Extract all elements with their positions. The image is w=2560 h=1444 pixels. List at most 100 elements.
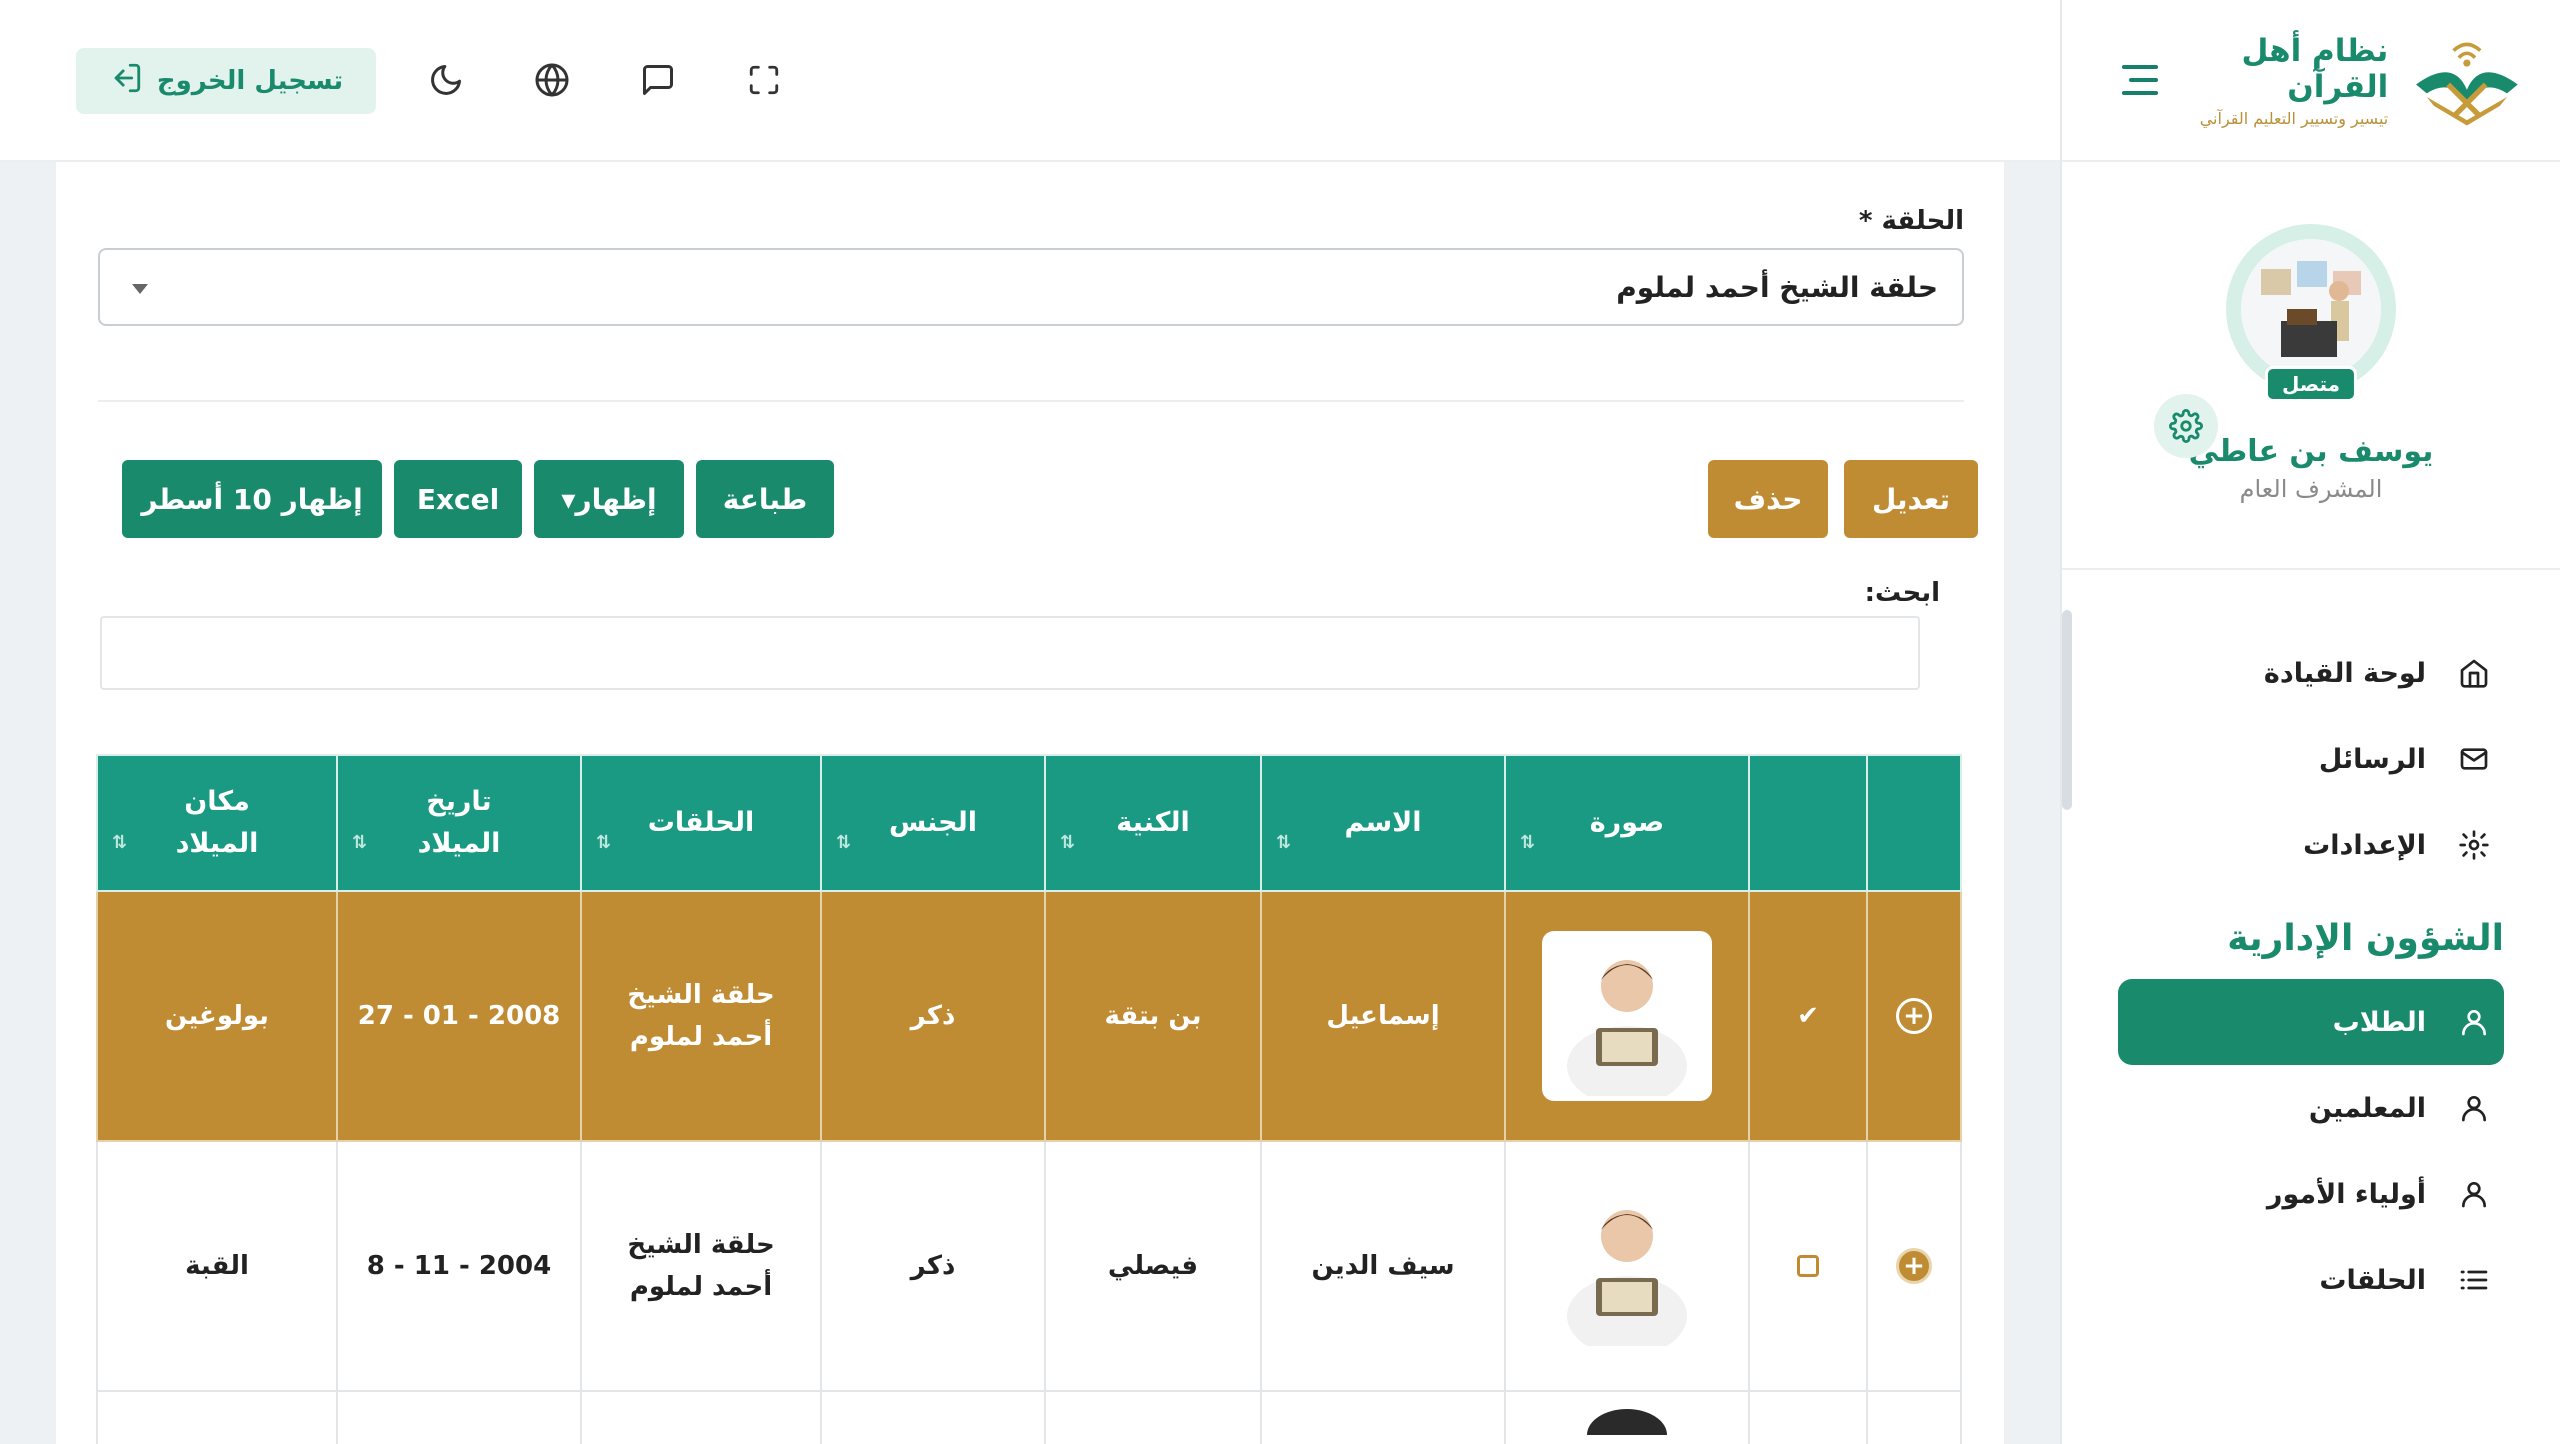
expand-plus-icon[interactable]: + — [1896, 1248, 1932, 1284]
status-badge: متصل — [2264, 366, 2358, 402]
student-photo — [1542, 1181, 1712, 1351]
home-icon — [2456, 655, 2492, 691]
profile-settings-gear-icon[interactable] — [2154, 394, 2218, 458]
row-photo-cell — [1504, 890, 1750, 1142]
sidebar-item-label: لوحة القيادة — [2263, 657, 2426, 689]
show-columns-button[interactable]: إظهار▾ — [534, 460, 684, 538]
table-row[interactable]: + ✔ إسماعيل بن بتقة ذكر حلقة الشيخ أحمد … — [96, 890, 1962, 1142]
sort-icon: ⇅ — [1520, 832, 1536, 853]
sidebar-section-title: الشؤون الإدارية — [2227, 918, 2504, 959]
row-expand-cell[interactable]: + — [1866, 890, 1962, 1142]
sort-icon: ⇅ — [1060, 832, 1076, 853]
header-expand — [1866, 754, 1962, 892]
table-header-row: صورة ⇅ الاسم ⇅ الكنية ⇅ الجنس ⇅ الحلقات ⇅ تار… — [96, 754, 1962, 892]
row-halaqa-cell: حلقة الشيخ أحمد لملوم — [580, 1140, 822, 1392]
sidebar-item-teachers[interactable]: المعلمين — [2118, 1065, 2504, 1151]
sidebar-item-label: المعلمين — [2308, 1092, 2426, 1124]
sidebar: نظام أهل القرآن تيسير وتسيير التعليم الق… — [2060, 0, 2560, 1444]
sidebar-item-label: الرسائل — [2318, 743, 2426, 775]
profile-name: يوسف بن عاطي — [2188, 434, 2434, 469]
sort-icon: ⇅ — [836, 832, 852, 853]
header-photo[interactable]: صورة ⇅ — [1504, 754, 1750, 892]
students-card: الحلقة * حلقة الشيخ أحمد لملوم تعديل حذف… — [56, 162, 2004, 1444]
profile: متصل يوسف بن عاطي المشرف العام — [2062, 162, 2560, 570]
sidebar-item-guardians[interactable]: أولياء الأمور — [2118, 1151, 2504, 1237]
row-birth-place-cell: بولوغين — [96, 890, 338, 1142]
sidebar-item-messages[interactable]: الرسائل — [2118, 716, 2504, 802]
header-birth-place[interactable]: مكان الميلاد ⇅ — [96, 754, 338, 892]
student-photo — [1542, 931, 1712, 1101]
check-icon[interactable]: ✔ — [1797, 1001, 1819, 1031]
search-label: ابحث: — [1864, 578, 1940, 608]
sidebar-item-label: الإعدادات — [2303, 829, 2426, 861]
moon-icon[interactable] — [426, 60, 466, 100]
row-gender-cell: ذكر — [820, 1140, 1046, 1392]
list-icon — [2456, 1262, 2492, 1298]
logout-button[interactable]: تسجيل الخروج — [76, 48, 376, 114]
row-gender-cell: ذكر — [820, 890, 1046, 1142]
row-birth-date-cell: 27 - 01 - 2008 — [336, 890, 582, 1142]
sidebar-item-label: أولياء الأمور — [2266, 1178, 2426, 1210]
header-birth-date[interactable]: تاريخ الميلاد ⇅ — [336, 754, 582, 892]
row-expand-cell[interactable]: + — [1866, 1140, 1962, 1392]
sort-icon: ⇅ — [112, 832, 128, 853]
header-gender[interactable]: الجنس ⇅ — [820, 754, 1046, 892]
sort-icon: ⇅ — [352, 832, 368, 853]
sidebar-item-label: الطلاب — [2332, 1006, 2426, 1038]
sidebar-scrollbar[interactable] — [2062, 610, 2072, 810]
chat-icon[interactable] — [638, 60, 678, 100]
search-input[interactable] — [100, 616, 1920, 690]
menu-toggle-icon[interactable] — [2122, 65, 2158, 95]
user-icon — [2456, 1176, 2492, 1212]
globe-icon[interactable] — [532, 60, 572, 100]
row-photo-cell — [1504, 1140, 1750, 1392]
edit-button[interactable]: تعديل — [1844, 460, 1978, 538]
brand-subtitle: تيسير وتسيير التعليم القرآني — [2199, 108, 2389, 128]
excel-button[interactable]: Excel — [394, 460, 522, 538]
delete-button[interactable]: حذف — [1708, 460, 1828, 538]
halaqa-select[interactable]: حلقة الشيخ أحمد لملوم — [98, 248, 1964, 326]
brand: نظام أهل القرآن تيسير وتسيير التعليم الق… — [2062, 0, 2560, 162]
students-table: صورة ⇅ الاسم ⇅ الكنية ⇅ الجنس ⇅ الحلقات ⇅ تار… — [96, 754, 1962, 1444]
row-birth-date-cell: 8 - 11 - 2004 — [336, 1140, 582, 1392]
chevron-down-icon — [132, 284, 148, 294]
sidebar-item-dashboard[interactable]: لوحة القيادة — [2118, 630, 2504, 716]
logout-icon — [109, 61, 143, 102]
sidebar-nav: لوحة القيادة الرسائل الإعدادات الشؤون ال… — [2062, 570, 2560, 1323]
sidebar-item-students[interactable]: الطلاب — [2118, 979, 2504, 1065]
sidebar-item-halaqat[interactable]: الحلقات — [2118, 1237, 2504, 1323]
row-check-cell[interactable]: ✔ — [1748, 890, 1868, 1142]
user-icon — [2456, 1004, 2492, 1040]
row-name-cell: إسماعيل — [1260, 890, 1506, 1142]
table-row[interactable]: + سيف الدين فيصلي ذكر حلقة الشيخ أحمد لم… — [96, 1140, 1962, 1392]
avatar[interactable]: متصل — [2226, 224, 2396, 402]
halaqa-label: الحلقة * — [1858, 206, 1964, 236]
row-kunya-cell: فيصلي — [1044, 1140, 1262, 1392]
table-row[interactable] — [96, 1390, 1962, 1444]
sort-icon: ⇅ — [1276, 832, 1292, 853]
user-icon — [2456, 1090, 2492, 1126]
divider — [98, 400, 1964, 402]
sidebar-item-label: الحلقات — [2319, 1264, 2426, 1296]
print-button[interactable]: طباعة — [696, 460, 834, 538]
header-kunya[interactable]: الكنية ⇅ — [1044, 754, 1262, 892]
row-name-cell: سيف الدين — [1260, 1140, 1506, 1392]
expand-plus-icon[interactable]: + — [1896, 998, 1932, 1034]
topbar: تسجيل الخروج — [0, 0, 2060, 162]
show-rows-button[interactable]: إظهار 10 أسطر — [122, 460, 382, 538]
brand-title: نظام أهل القرآن — [2241, 32, 2389, 105]
row-halaqa-cell: حلقة الشيخ أحمد لملوم — [580, 890, 822, 1142]
profile-role: المشرف العام — [2239, 475, 2383, 503]
row-check-cell[interactable] — [1748, 1140, 1868, 1392]
fullscreen-icon[interactable] — [744, 60, 784, 100]
header-select — [1748, 754, 1868, 892]
halaqa-select-value: حلقة الشيخ أحمد لملوم — [1616, 270, 1938, 304]
header-halaqat[interactable]: الحلقات ⇅ — [580, 754, 822, 892]
quran-logo-icon — [2416, 42, 2518, 126]
sidebar-item-settings[interactable]: الإعدادات — [2118, 802, 2504, 888]
header-name[interactable]: الاسم ⇅ — [1260, 754, 1506, 892]
row-kunya-cell: بن بتقة — [1044, 890, 1262, 1142]
row-checkbox[interactable] — [1797, 1255, 1819, 1277]
mail-icon — [2456, 741, 2492, 777]
sort-icon: ⇅ — [596, 832, 612, 853]
